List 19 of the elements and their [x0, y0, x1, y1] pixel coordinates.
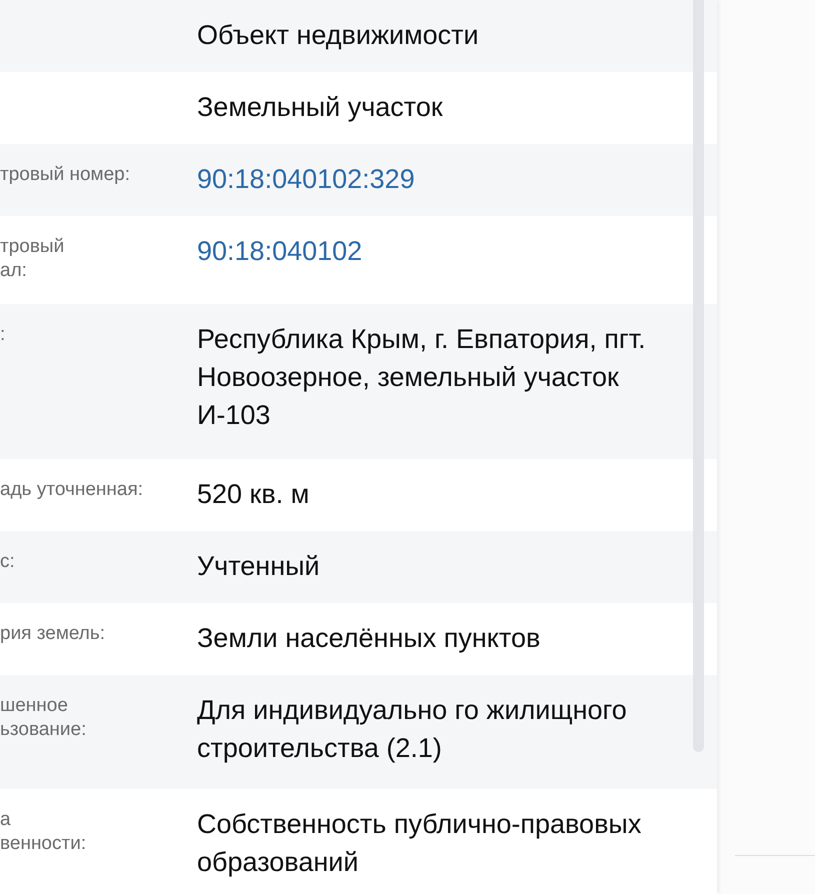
field-label: а венности: — [0, 809, 86, 854]
field-value: Земельный участок — [197, 92, 443, 122]
field-value: Земли населённых пунктов — [197, 623, 540, 653]
field-label: шенное ьзование: — [0, 695, 86, 740]
field-label: рия земель: — [0, 623, 106, 644]
field-label: тровый ал: — [0, 236, 64, 281]
value-link[interactable]: 90:18:040102 — [197, 236, 362, 266]
field-label: : — [0, 324, 6, 345]
field-value: Учтенный — [197, 551, 320, 581]
field-label: тровый номер: — [0, 164, 130, 185]
field-value: 520 кв. м — [197, 479, 310, 509]
field-value: Республика Крым, г. Евпатория, пгт. Новоозерное, земельный участок И-103 — [197, 324, 646, 430]
field-value: Для индивидуально го жилищного строительства (2.1) — [197, 695, 627, 763]
field-value: Собственность публично-правовых образований — [197, 809, 642, 877]
scrollbar[interactable] — [693, 0, 704, 752]
field-label: с: — [0, 551, 15, 572]
field-value: Объект недвижимости — [197, 20, 479, 50]
value-link[interactable]: 90:18:040102:329 — [197, 164, 415, 194]
field-label: адь уточненная: — [0, 479, 144, 500]
